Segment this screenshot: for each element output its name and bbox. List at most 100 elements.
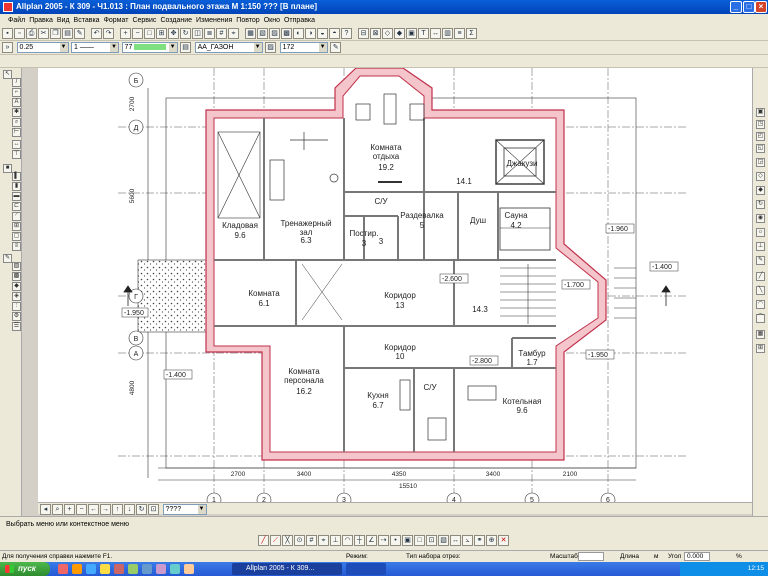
- menu-repeat[interactable]: Повтор: [234, 14, 261, 27]
- quick-launch-folder-icon[interactable]: [100, 564, 110, 574]
- beam-icon[interactable]: ▬: [12, 192, 21, 201]
- light-icon[interactable]: ☼: [756, 228, 765, 237]
- text-tool-icon[interactable]: A: [12, 98, 21, 107]
- fit-icon[interactable]: ⊡: [148, 504, 159, 515]
- orbit-icon[interactable]: ↻: [756, 200, 765, 209]
- format-painter-icon[interactable]: ✎: [74, 28, 85, 39]
- quick-launch-opera-icon[interactable]: [58, 564, 68, 574]
- window-tile-icon[interactable]: ⊟: [358, 28, 369, 39]
- maximize-button[interactable]: □: [743, 1, 755, 13]
- grid-icon[interactable]: #: [216, 28, 227, 39]
- print-icon[interactable]: ⎙: [26, 28, 37, 39]
- fill-icon[interactable]: ■: [3, 164, 12, 173]
- more-tools-icon[interactable]: »: [2, 42, 13, 53]
- snap-endpoint-icon[interactable]: ╱: [258, 535, 269, 546]
- zoom-plus-icon[interactable]: +: [64, 504, 75, 515]
- area-icon[interactable]: ▥: [442, 28, 453, 39]
- quick-launch-firefox-icon[interactable]: [72, 564, 82, 574]
- window-tool-icon[interactable]: ⊞: [12, 222, 21, 231]
- menu-create[interactable]: Создание: [158, 14, 194, 27]
- pan-left-icon[interactable]: ←: [88, 504, 99, 515]
- opening-icon[interactable]: ⊏: [12, 202, 21, 211]
- wall-icon[interactable]: ▌: [12, 172, 21, 181]
- label-icon[interactable]: ⊤: [12, 150, 21, 159]
- layout-icon[interactable]: ▨: [269, 28, 280, 39]
- hatch-tool-icon[interactable]: ▨: [12, 262, 21, 271]
- door-icon[interactable]: ◜: [12, 212, 21, 221]
- lock-icon[interactable]: ▣: [406, 28, 417, 39]
- snap-nearest-icon[interactable]: ⌖: [318, 535, 329, 546]
- menu-file[interactable]: Файл: [0, 14, 27, 27]
- layer-icon-2[interactable]: ▤: [180, 42, 192, 53]
- zoom-all-icon[interactable]: ⊞: [156, 28, 167, 39]
- pan-down-icon[interactable]: ↓: [124, 504, 135, 515]
- scale-field[interactable]: [578, 552, 604, 561]
- plane-icon[interactable]: ◇: [382, 28, 393, 39]
- drawing-canvas[interactable]: Комната отдыха 19.2 Джакузи 14.1 С/У 3 Р…: [38, 67, 752, 508]
- list-icon[interactable]: ☰: [12, 322, 21, 331]
- menu-insert[interactable]: Вставка: [72, 14, 102, 27]
- settings-icon[interactable]: ⚙: [12, 312, 21, 321]
- drawing-icon[interactable]: ▧: [257, 28, 268, 39]
- symbol-icon[interactable]: ✱: [12, 108, 21, 117]
- hatch-select[interactable]: 172 ▼: [279, 42, 328, 53]
- calc-icon[interactable]: Σ: [466, 28, 477, 39]
- fileset-icon[interactable]: ▦: [245, 28, 256, 39]
- snap-ortho-icon[interactable]: ┼: [354, 535, 365, 546]
- stair-icon[interactable]: ≡: [12, 242, 21, 251]
- render-icon[interactable]: ◒: [317, 28, 328, 39]
- section-icon[interactable]: ⊥: [756, 242, 765, 251]
- hide-icon[interactable]: ◇: [756, 172, 765, 181]
- pan-right-icon[interactable]: →: [100, 504, 111, 515]
- regen-icon[interactable]: ↻: [136, 504, 147, 515]
- view-front-icon[interactable]: ◰: [756, 132, 765, 141]
- quick-launch-app3-icon[interactable]: [142, 564, 152, 574]
- undo-icon[interactable]: ↶: [91, 28, 102, 39]
- quick-launch-ie-icon[interactable]: [86, 564, 96, 574]
- pan-up-icon[interactable]: ↑: [112, 504, 123, 515]
- align-icon[interactable]: ⫶: [12, 302, 21, 311]
- arc-icon[interactable]: ◠: [756, 300, 765, 309]
- zoom-window-icon[interactable]: □: [144, 28, 155, 39]
- open-icon[interactable]: ▫: [14, 28, 25, 39]
- bitmap-icon[interactable]: ◓: [329, 28, 340, 39]
- snap-grid-icon[interactable]: #: [306, 535, 317, 546]
- camera-icon[interactable]: ◉: [756, 214, 765, 223]
- column-icon[interactable]: ▮: [12, 182, 21, 191]
- view-plan-icon[interactable]: ▣: [756, 108, 765, 117]
- minimize-button[interactable]: _: [730, 1, 742, 13]
- search-icon[interactable]: ⌕: [12, 118, 21, 127]
- redraw-icon[interactable]: ↻: [180, 28, 191, 39]
- snap-area-icon[interactable]: ▧: [438, 535, 449, 546]
- snap-link-icon[interactable]: ⚭: [474, 535, 485, 546]
- zoom-lens-icon[interactable]: ⌕: [52, 504, 63, 515]
- ref-icon[interactable]: ◆: [394, 28, 405, 39]
- line-icon[interactable]: /: [12, 78, 21, 87]
- snap-sel-icon[interactable]: ▣: [402, 535, 413, 546]
- copy-icon[interactable]: ❐: [50, 28, 61, 39]
- color-fill-icon[interactable]: ◆: [12, 282, 21, 291]
- zoom-prev-icon[interactable]: ◂: [40, 504, 51, 515]
- view-icon[interactable]: ◫: [192, 28, 203, 39]
- quick-launch-app-icon[interactable]: [114, 564, 124, 574]
- format-edit-icon[interactable]: ✎: [330, 42, 342, 53]
- pattern-icon[interactable]: ▩: [12, 272, 21, 281]
- cursor-icon[interactable]: ↖: [3, 70, 12, 79]
- measure-icon[interactable]: ⊢: [12, 128, 21, 137]
- snap-intersection-icon[interactable]: ╳: [282, 535, 293, 546]
- quick-launch-app2-icon[interactable]: [128, 564, 138, 574]
- fillet-icon[interactable]: ⌒: [756, 314, 765, 323]
- layer-icon[interactable]: ≣: [204, 28, 215, 39]
- window-cascade-icon[interactable]: ⊠: [370, 28, 381, 39]
- snap-dist-icon[interactable]: ↔: [450, 535, 461, 546]
- snap-track-icon[interactable]: ⇢: [378, 535, 389, 546]
- save-icon[interactable]: ▪: [2, 28, 13, 39]
- snap-tangent-icon[interactable]: ◠: [342, 535, 353, 546]
- snap-polar-icon[interactable]: ∠: [366, 535, 377, 546]
- palette-icon[interactable]: ◐: [293, 28, 304, 39]
- cut-icon[interactable]: ✂: [38, 28, 49, 39]
- pan-icon[interactable]: ✥: [168, 28, 179, 39]
- angle-field[interactable]: 0.000: [684, 552, 710, 561]
- group-icon[interactable]: ⊞: [756, 344, 765, 353]
- pencil-right-icon[interactable]: ✎: [756, 256, 765, 265]
